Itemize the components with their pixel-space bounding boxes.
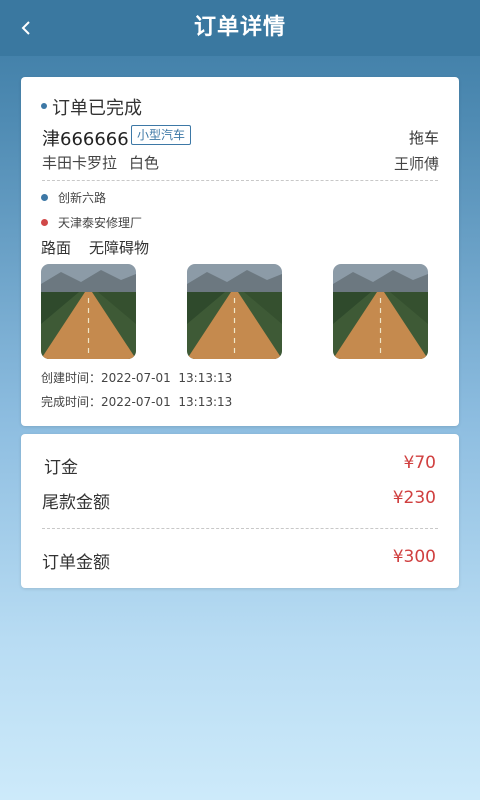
- road-photo-image: [41, 264, 136, 359]
- start-location: 创新六路: [58, 191, 107, 205]
- deposit-label: 订金: [44, 458, 78, 478]
- header-bar: 订单详情: [0, 0, 480, 56]
- total-amount: ¥300: [392, 547, 436, 567]
- order-info-card: 订单已完成 津666666 小型汽车 拖车 丰田卡罗拉 白色 王师傅 创新六路 …: [21, 77, 459, 426]
- road-photo-3[interactable]: [333, 264, 428, 359]
- road-photo-2[interactable]: [187, 264, 282, 359]
- road-condition: 无障碍物: [89, 239, 150, 257]
- road-photo-image: [187, 264, 282, 359]
- balance-label: 尾款金额: [42, 493, 110, 513]
- completed-time-label: 完成时间：: [41, 395, 102, 409]
- car-color: 白色: [129, 154, 160, 172]
- road-photo-image: [333, 264, 428, 359]
- divider: [42, 528, 438, 529]
- end-location-dot: [41, 219, 48, 226]
- road-photo-1[interactable]: [41, 264, 136, 359]
- completed-time: 2022-07-01 13:13:13: [101, 395, 233, 409]
- service-type: 拖车: [408, 129, 439, 147]
- page-title: 订单详情: [193, 15, 286, 40]
- driver-name: 王师傅: [393, 155, 439, 173]
- total-label: 订单金额: [42, 553, 110, 573]
- start-location-dot: [41, 194, 48, 201]
- created-time-label: 创建时间：: [41, 371, 102, 385]
- balance-amount: ¥230: [392, 488, 436, 508]
- end-location: 天津泰安修理厂: [58, 216, 143, 230]
- completed-time-row: 完成时间：2022-07-01 13:13:13: [41, 393, 232, 410]
- created-time-row: 创建时间：2022-07-01 13:13:13: [41, 369, 232, 386]
- created-time: 2022-07-01 13:13:13: [101, 371, 233, 385]
- car-type-badge: 小型汽车: [131, 125, 192, 145]
- divider: [42, 180, 438, 181]
- license-plate: 津666666: [42, 129, 129, 150]
- road-label: 路面: [41, 239, 72, 257]
- order-status: 订单已完成: [52, 98, 142, 119]
- fees-card: 订金 ¥70 尾款金额 ¥230 订单金额 ¥300: [21, 434, 459, 588]
- car-model: 丰田卡罗拉: [42, 154, 118, 172]
- status-dot: [41, 103, 47, 109]
- deposit-amount: ¥70: [403, 453, 436, 473]
